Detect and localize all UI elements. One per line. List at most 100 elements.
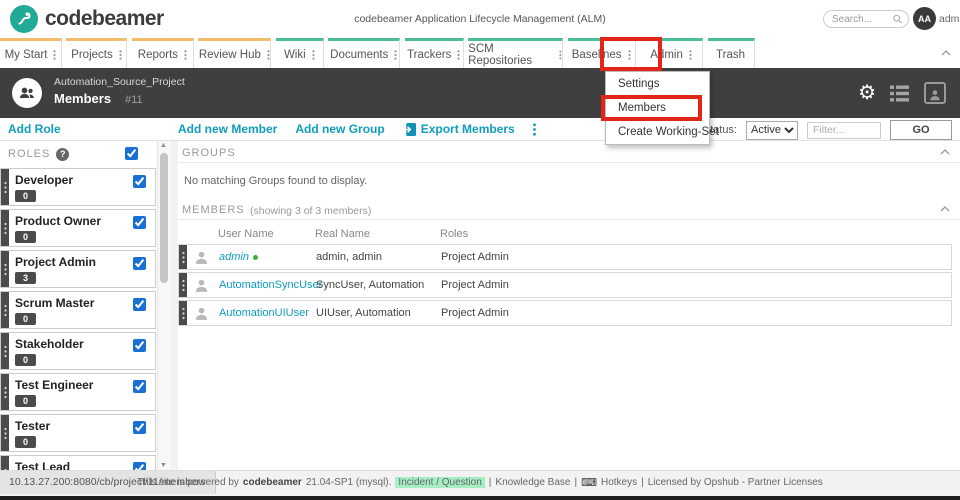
role-count-badge: 0 (15, 231, 36, 243)
action-toolbar: Add Role Add new Member Add new Group Ex… (0, 118, 960, 141)
drag-handle-icon[interactable] (1, 251, 9, 287)
tab-menu-dots-icon[interactable] (184, 50, 187, 60)
tab-menu-dots-icon[interactable] (119, 50, 122, 60)
drag-handle-icon[interactable] (1, 456, 9, 470)
tab-baselines[interactable]: Baselines (568, 38, 636, 68)
tab-menu-dots-icon[interactable] (628, 50, 631, 60)
more-actions-kebab-icon[interactable] (533, 123, 536, 136)
drag-handle-icon[interactable] (1, 169, 9, 205)
role-checkbox[interactable] (133, 298, 146, 311)
add-new-group-link[interactable]: Add new Group (295, 122, 384, 136)
tab-my-start[interactable]: My Start (0, 38, 62, 68)
page-id: #11 (125, 94, 143, 106)
sidebar-scrollbar[interactable]: ▲ ▼ (157, 141, 169, 470)
column-user-name: User Name (218, 228, 274, 240)
role-status-select[interactable]: Active (746, 121, 798, 140)
project-header-bar: Automation_Source_Project Members #11 ⚙ (0, 68, 960, 118)
user-avatar-icon (193, 249, 210, 271)
codebeamer-logo[interactable]: codebeamer (10, 5, 164, 33)
settings-gear-icon[interactable]: ⚙ (858, 83, 876, 103)
tab-menu-dots-icon[interactable] (394, 50, 397, 60)
scroll-down-icon[interactable]: ▼ (158, 462, 169, 469)
menu-item-members[interactable]: Members (606, 96, 709, 120)
role-checkbox[interactable] (133, 216, 146, 229)
role-checkbox[interactable] (133, 175, 146, 188)
add-new-member-link[interactable]: Add new Member (178, 122, 277, 136)
online-status-dot (253, 255, 258, 260)
bottom-edge-strip (0, 496, 960, 500)
tab-review-hub[interactable]: Review Hub (198, 38, 271, 68)
add-role-link[interactable]: Add Role (8, 122, 61, 136)
tab-menu-dots-icon[interactable] (689, 50, 692, 60)
role-card-scrum-master: Scrum Master 0 (0, 291, 156, 329)
logo-text: codebeamer (45, 7, 164, 31)
project-members-icon[interactable] (12, 78, 42, 108)
role-list: Developer 0 Product Owner 0 Project Admi… (0, 168, 156, 470)
role-card-developer: Developer 0 (0, 168, 156, 206)
search-input[interactable] (832, 14, 892, 25)
collapse-members-icon[interactable] (940, 206, 950, 212)
roles-help-icon[interactable]: ? (56, 148, 69, 161)
tab-admin[interactable]: Admin (640, 38, 703, 68)
go-button[interactable]: GO (890, 120, 952, 140)
drag-handle-icon[interactable] (179, 301, 187, 325)
role-checkbox[interactable] (133, 421, 146, 434)
drag-handle-icon[interactable] (1, 292, 9, 328)
member-roles: Project Admin (441, 307, 509, 319)
member-real-name: UIUser, Automation (316, 307, 411, 319)
role-checkbox[interactable] (133, 257, 146, 270)
member-username-link[interactable]: AutomationUIUser (219, 307, 309, 319)
scroll-up-icon[interactable]: ▲ (158, 142, 169, 149)
tab-menu-dots-icon[interactable] (312, 50, 315, 60)
role-count-badge: 0 (15, 436, 36, 448)
footer-text: This site is powered by codebeamer 21.04… (137, 476, 823, 489)
members-view-icon[interactable] (924, 82, 946, 104)
role-count-badge: 3 (15, 272, 36, 284)
tab-menu-dots-icon[interactable] (559, 50, 562, 60)
project-name[interactable]: Automation_Source_Project (54, 76, 185, 88)
incident-question-link[interactable]: Incident / Question (395, 477, 484, 488)
tab-menu-dots-icon[interactable] (267, 50, 270, 60)
role-checkbox[interactable] (133, 462, 146, 470)
select-all-roles-checkbox[interactable] (125, 147, 138, 160)
members-table-header: User Name Real Name Roles (178, 224, 960, 244)
tab-reports[interactable]: Reports (132, 38, 194, 68)
collapse-tabs-icon[interactable] (941, 50, 951, 56)
members-section: MEMBERS (showing 3 of 3 members) User Na… (178, 198, 960, 328)
role-checkbox[interactable] (133, 380, 146, 393)
app-title: codebeamer Application Lifecycle Managem… (354, 13, 606, 25)
list-view-icon[interactable] (890, 85, 910, 102)
drag-handle-icon[interactable] (1, 333, 9, 369)
export-members-link[interactable]: Export Members (403, 122, 515, 136)
groups-section-title: GROUPS (182, 147, 236, 159)
member-username-link[interactable]: admin (219, 251, 258, 263)
user-avatar[interactable]: AA (913, 7, 936, 30)
user-avatar-icon (193, 305, 210, 327)
global-search[interactable] (823, 10, 909, 28)
tab-wiki[interactable]: Wiki (276, 38, 324, 68)
member-roles: Project Admin (441, 279, 509, 291)
collapse-groups-icon[interactable] (940, 149, 950, 155)
drag-handle-icon[interactable] (179, 245, 187, 269)
tab-trash[interactable]: Trash (708, 38, 755, 68)
knowledge-base-link[interactable]: Knowledge Base (495, 477, 570, 488)
member-username-link[interactable]: AutomationSyncUser (219, 279, 322, 291)
tab-projects[interactable]: Projects (66, 38, 127, 68)
tab-documents[interactable]: Documents (328, 38, 400, 68)
menu-item-settings[interactable]: Settings (606, 72, 709, 96)
drag-handle-icon[interactable] (1, 415, 9, 451)
filter-input[interactable] (807, 122, 881, 139)
scrollbar-thumb[interactable] (160, 153, 168, 283)
tab-menu-dots-icon[interactable] (457, 50, 460, 60)
tab-scm-repositories[interactable]: SCM Repositories (468, 38, 563, 68)
tab-menu-dots-icon[interactable] (53, 50, 56, 60)
menu-item-create-working-set[interactable]: Create Working-Set (606, 120, 709, 144)
role-checkbox[interactable] (133, 339, 146, 352)
footer-product-name: codebeamer (243, 477, 302, 488)
hotkeys-link[interactable]: Hotkeys (601, 477, 637, 488)
drag-handle-icon[interactable] (1, 210, 9, 246)
drag-handle-icon[interactable] (179, 273, 187, 297)
tab-trackers[interactable]: Trackers (405, 38, 464, 68)
drag-handle-icon[interactable] (1, 374, 9, 410)
user-name-label[interactable]: admin (939, 13, 960, 25)
